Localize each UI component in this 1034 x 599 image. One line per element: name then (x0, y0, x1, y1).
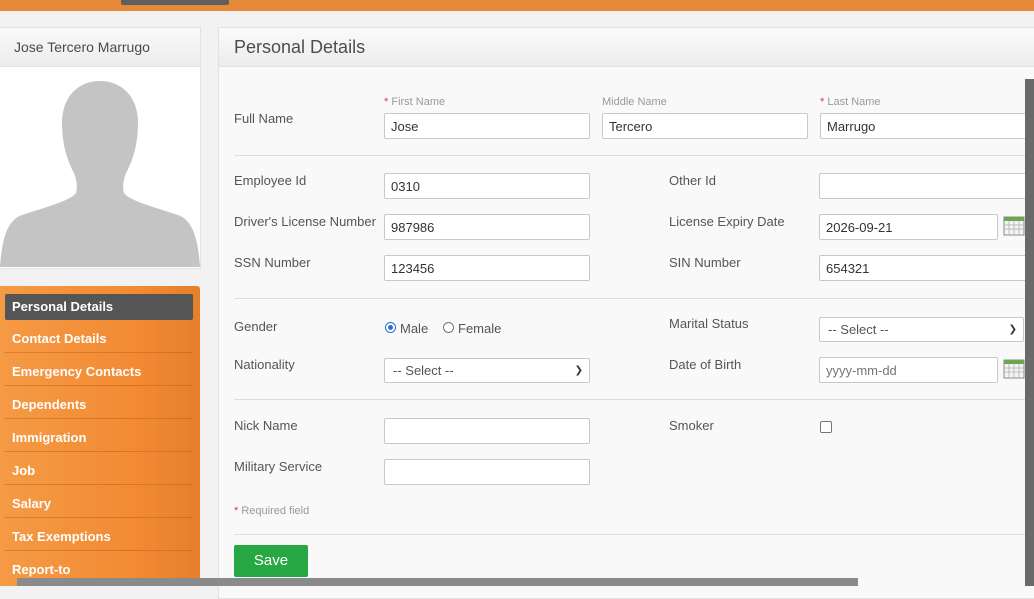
vertical-scrollbar[interactable] (1025, 79, 1034, 586)
top-nav-tab[interactable] (121, 0, 229, 5)
profile-card: Jose Tercero Marrugo (0, 27, 201, 269)
license-expiry-input[interactable] (819, 214, 998, 240)
required-asterisk: * (234, 505, 239, 517)
section-divider (234, 399, 1026, 400)
required-asterisk: * (384, 96, 389, 108)
gender-male-label[interactable]: Male (400, 321, 428, 336)
sin-label: SIN Number (669, 255, 741, 270)
page-title: Personal Details (219, 28, 1034, 67)
calendar-icon[interactable] (1003, 357, 1025, 379)
required-field-note: * Required field (234, 505, 310, 517)
avatar[interactable] (0, 67, 200, 267)
menu-divider (4, 451, 192, 452)
gender-male-radio[interactable] (385, 322, 396, 333)
sidebar-item-job[interactable]: Job (12, 463, 192, 478)
first-name-label: * First Name (384, 96, 446, 108)
military-service-label: Military Service (234, 459, 323, 474)
marital-status-select[interactable]: -- Select -- ❯ (819, 317, 1024, 342)
top-nav-bar (0, 0, 1034, 11)
sidebar-item-report-to[interactable]: Report-to (12, 562, 192, 577)
menu-divider (4, 517, 192, 518)
calendar-icon[interactable] (1003, 214, 1025, 236)
chevron-down-icon: ❯ (1008, 324, 1017, 335)
required-asterisk: * (820, 96, 825, 108)
dob-label: Date of Birth (669, 357, 742, 372)
section-divider (234, 298, 1026, 299)
gender-label: Gender (234, 319, 278, 334)
sidebar-item-tax-exemptions[interactable]: Tax Exemptions (12, 529, 192, 544)
gender-female-label[interactable]: Female (458, 321, 501, 336)
middle-name-label: Middle Name (602, 96, 667, 108)
sidebar-item-contact-details[interactable]: Contact Details (12, 331, 192, 346)
military-service-input[interactable] (384, 459, 590, 485)
ssn-label: SSN Number (234, 255, 311, 270)
sidebar-item-salary[interactable]: Salary (12, 496, 192, 511)
menu-divider (4, 418, 192, 419)
ssn-input[interactable] (384, 255, 590, 281)
sidebar-item-immigration[interactable]: Immigration (12, 430, 192, 445)
menu-divider (4, 385, 192, 386)
section-divider (234, 534, 1026, 535)
sidebar-item-personal-details[interactable]: Personal Details (12, 299, 192, 314)
nick-name-label: Nick Name (234, 418, 298, 433)
chevron-down-icon: ❯ (574, 365, 583, 376)
menu-divider (4, 550, 192, 551)
smoker-checkbox[interactable] (820, 421, 832, 433)
marital-status-label: Marital Status (669, 316, 749, 331)
menu-divider (4, 484, 192, 485)
menu-divider (4, 352, 192, 353)
middle-name-input[interactable] (602, 113, 808, 139)
avatar-silhouette-icon (0, 67, 200, 267)
gender-female-radio[interactable] (443, 322, 454, 333)
last-name-input[interactable] (820, 113, 1030, 139)
last-name-label: * Last Name (820, 96, 881, 108)
other-id-label: Other Id (669, 173, 716, 188)
nick-name-input[interactable] (384, 418, 590, 444)
employee-name: Jose Tercero Marrugo (0, 28, 200, 67)
employee-id-label: Employee Id (234, 173, 307, 188)
drivers-license-input[interactable] (384, 214, 590, 240)
sidebar-item-dependents[interactable]: Dependents (12, 397, 192, 412)
save-button[interactable]: Save (234, 545, 308, 577)
full-name-label: Full Name (234, 111, 294, 126)
sin-input[interactable] (819, 255, 1029, 281)
sidebar-item-emergency-contacts[interactable]: Emergency Contacts (12, 364, 192, 379)
section-divider (234, 155, 1026, 156)
nationality-value: -- Select -- (393, 363, 454, 378)
license-expiry-label: License Expiry Date (669, 214, 785, 229)
sidebar-menu: Personal Details Contact Details Emergen… (0, 286, 200, 586)
horizontal-scrollbar[interactable] (17, 578, 858, 586)
employee-id-input[interactable] (384, 173, 590, 199)
nationality-select[interactable]: -- Select -- ❯ (384, 358, 590, 383)
drivers-license-label: Driver's License Number (234, 214, 376, 229)
marital-status-value: -- Select -- (828, 322, 889, 337)
first-name-input[interactable] (384, 113, 590, 139)
other-id-input[interactable] (819, 173, 1029, 199)
smoker-label: Smoker (669, 418, 714, 433)
dob-input[interactable] (819, 357, 998, 383)
nationality-label: Nationality (234, 357, 295, 372)
